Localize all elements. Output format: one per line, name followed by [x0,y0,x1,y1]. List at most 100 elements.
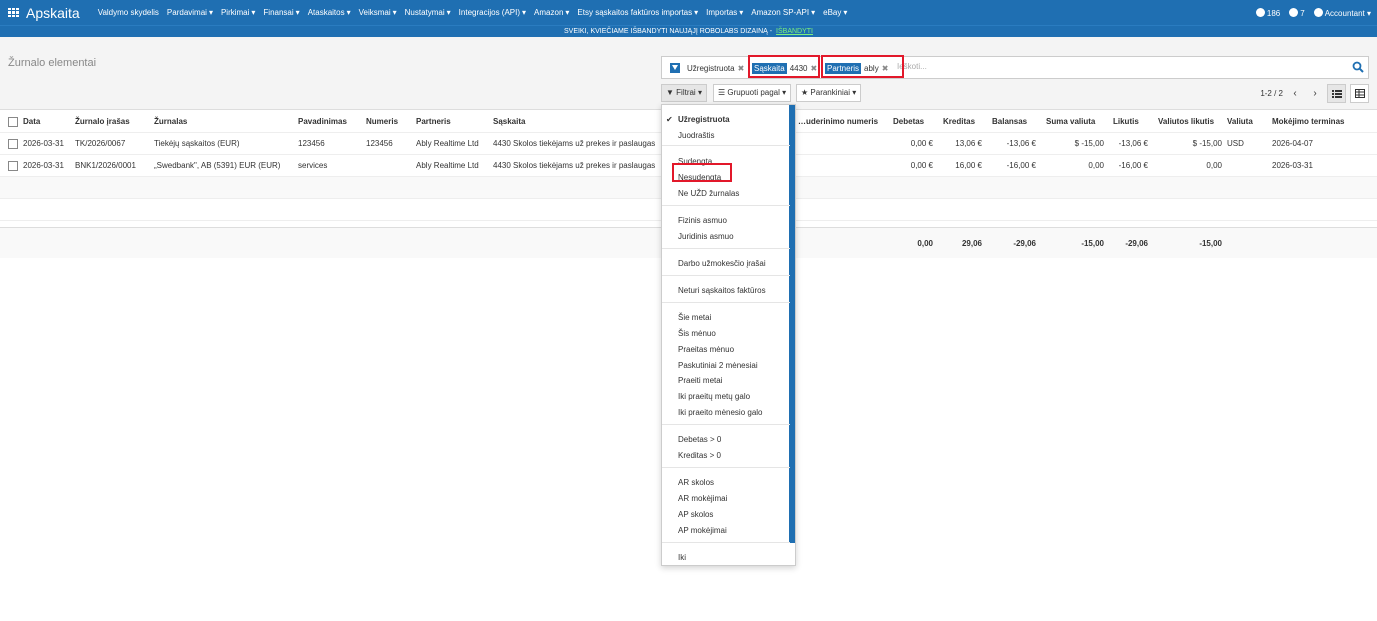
highlight-partner-facet [821,55,904,78]
filter-option[interactable]: Ne UŽD žurnalas [678,189,739,198]
column-header[interactable]: Pavadinimas [298,111,347,133]
menu-item[interactable]: Importas ▾ [702,8,747,17]
menu-item[interactable]: Amazon SP-API ▾ [747,8,819,17]
messages-indicator[interactable]: 7 [1289,7,1305,18]
column-header[interactable]: Sąskaita [493,111,525,133]
column-header[interactable]: …uderinimo numeris [798,111,878,133]
apps-grid-icon[interactable] [8,7,20,18]
column-header[interactable]: Žurnalas [154,111,187,133]
filter-option[interactable]: AP skolos [678,510,713,519]
menu-item[interactable]: Pirkimai ▾ [217,8,259,17]
dropdown-divider [662,424,790,425]
menu-item[interactable]: Nustatymai ▾ [401,8,455,17]
caret-down-icon: ▾ [522,8,527,17]
menu-item[interactable]: Veiksmai ▾ [355,8,401,17]
activity-indicator[interactable]: 186 [1255,7,1280,18]
column-header[interactable]: Partneris [416,111,451,133]
facet-registered[interactable]: Užregistruota ✖ [670,61,744,75]
column-header[interactable]: Likutis [1113,111,1139,133]
column-header[interactable]: Žurnalo įrašas [75,111,130,133]
filter-option[interactable]: Iki praeitų metų galo [678,392,750,401]
filter-option[interactable]: Šis mėnuo [678,329,716,338]
app-brand[interactable]: Apskaita [26,5,80,21]
table-cell: Ably Realtime Ltd [416,139,479,148]
funnel-icon: ▼ [666,88,674,97]
filter-option[interactable]: Šie metai [678,313,711,322]
menu-item[interactable]: Integracijos (API) ▾ [455,8,530,17]
menu-item[interactable]: Valdymo skydelis [94,8,163,17]
dropdown-divider [662,205,790,206]
column-header[interactable]: Numeris [366,111,398,133]
search-icon[interactable] [1352,61,1364,73]
menu-item[interactable]: Etsy sąskaitos faktūros importas ▾ [573,8,702,17]
column-header[interactable]: Mokėjimo terminas [1272,111,1344,133]
star-icon: ★ [801,88,809,97]
promo-try-link[interactable]: IŠBANDYTI [776,28,813,35]
filter-option[interactable]: Neturi sąskaitos faktūros [678,286,766,295]
promo-banner: SVEIKI, KVIEČIAME IŠBANDYTI NAUJĄJĮ ROBO… [0,25,1377,37]
filter-option[interactable]: Iki [678,553,686,562]
list-view-button[interactable] [1327,84,1346,103]
filter-option[interactable]: Užregistruota [678,115,730,124]
table-cell: 4430 Skolos tiekėjams už prekes ir pasla… [493,161,656,170]
dropdown-divider [662,145,790,146]
menu-item[interactable]: Pardavimai ▾ [163,8,217,17]
menu-item[interactable]: Amazon ▾ [530,8,573,17]
total-amount-currency: -15,00 [1081,239,1104,248]
checkmark-icon: ✔ [666,115,673,124]
select-all-checkbox[interactable] [8,117,18,127]
table-cell: 2026-04-07 [1272,139,1313,148]
pager-next-icon[interactable]: › [1307,86,1323,102]
filter-option[interactable]: AP mokėjimai [678,526,727,535]
table-cell: 123456 [366,139,393,148]
filter-option[interactable]: Juodraštis [678,131,714,140]
table-cell: 2026-03-31 [1272,161,1313,170]
table-cell: 2026-03-31 [23,139,64,148]
filter-option[interactable]: AR skolos [678,478,714,487]
filter-option[interactable]: AR mokėjimai [678,494,727,503]
row-checkbox[interactable] [8,139,18,149]
remove-facet-icon[interactable]: ✖ [738,64,745,73]
filter-option[interactable]: Praeitas mėnuo [678,345,734,354]
column-header[interactable]: Valiuta [1227,111,1253,133]
table-cell: 4430 Skolos tiekėjams už prekes ir pasla… [493,139,656,148]
pager-value[interactable]: 1-2 / 2 [1260,89,1283,98]
filter-option[interactable]: Juridinis asmuo [678,232,734,241]
group-by-button[interactable]: ☰ Grupuoti pagal ▾ [713,84,792,102]
filter-option[interactable]: Fizinis asmuo [678,216,727,225]
pivot-view-button[interactable] [1350,84,1369,103]
table-cell: 16,00 € [955,161,982,170]
dropdown-scrollbar[interactable] [789,105,795,543]
column-header[interactable]: Balansas [992,111,1027,133]
menu-item[interactable]: Ataskaitos ▾ [304,8,355,17]
column-header[interactable]: Debetas [893,111,924,133]
column-header[interactable]: Kreditas [943,111,975,133]
user-avatar-icon [1313,7,1323,17]
page-title: Žurnalo elementai [8,57,97,69]
pager-previous-icon[interactable]: ‹ [1287,86,1303,102]
user-menu[interactable]: Accountant ▾ [1313,7,1371,18]
column-header[interactable]: Valiutos likutis [1158,111,1214,133]
column-header[interactable]: Data [23,111,40,133]
filter-option[interactable]: Kreditas > 0 [678,451,721,460]
filter-option[interactable]: Paskutiniai 2 mėnesiai [678,361,758,370]
total-residual-currency: -15,00 [1199,239,1222,248]
favorites-button[interactable]: ★ Parankiniai ▾ [796,84,862,102]
caret-down-icon: ▾ [565,8,570,17]
filter-option[interactable]: Praeiti metai [678,376,722,385]
filter-option[interactable]: Iki praeito mėnesio galo [678,408,763,417]
dropdown-divider [662,542,790,543]
filter-option[interactable]: Debetas > 0 [678,435,721,444]
dropdown-divider [662,302,790,303]
menu-item[interactable]: Finansai ▾ [259,8,303,17]
row-checkbox[interactable] [8,161,18,171]
column-header[interactable]: Suma valiuta [1046,111,1095,133]
caret-down-icon: ▾ [694,8,699,17]
menu-item[interactable]: eBay ▾ [819,8,851,17]
table-cell: -16,00 € [1006,161,1036,170]
total-credit: 29,06 [961,239,982,248]
filters-button[interactable]: ▼ Filtrai ▾ [661,84,707,102]
table-cell: „Swedbank", AB (5391) EUR (EUR) [154,161,281,170]
filter-option[interactable]: Darbo užmokesčio įrašai [678,259,766,268]
dropdown-divider [662,467,790,468]
